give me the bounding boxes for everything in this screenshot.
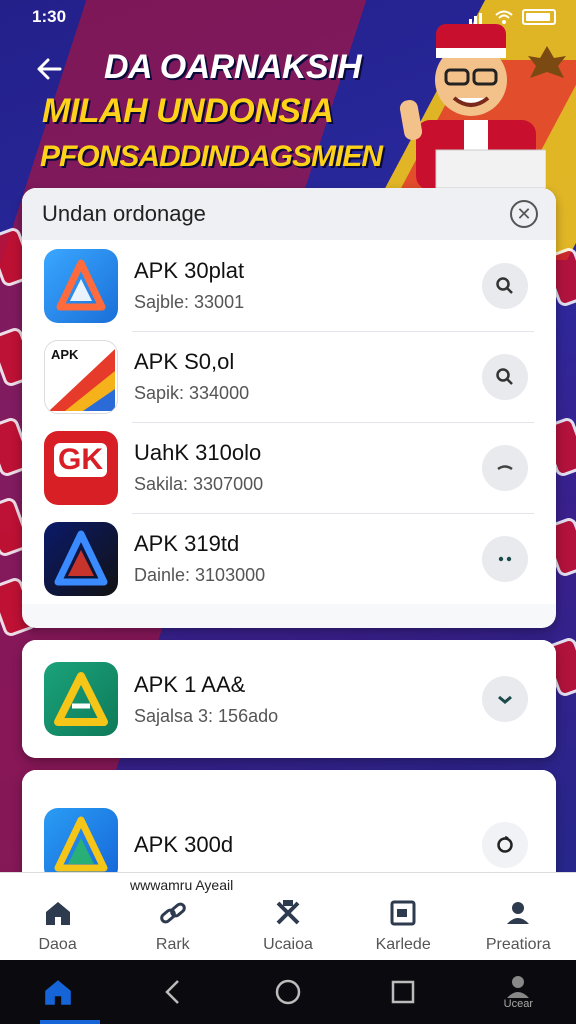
app-name: APK 30plat [134,258,245,283]
nav-user-button[interactable]: Ucear [488,967,548,1017]
square-icon [391,980,415,1004]
list-item[interactable]: APK 319td Dainle: 3103000 [22,513,556,604]
app-icon [44,248,118,323]
download-panel: Undan ordonage ✕ APK 30plat Sajble: 3300… [22,188,556,628]
app-size: Dainle: 3103000 [134,565,266,585]
battery-icon [522,9,556,25]
nav-back-button[interactable] [143,967,203,1017]
banner-title-line1: DA OARNAKSIH [104,48,362,86]
signal-icon [469,13,482,24]
more-button[interactable] [482,535,528,582]
back-icon [165,980,179,1004]
app-size: Sajalsa 3: 156ado [134,705,279,726]
action-button[interactable] [482,444,528,491]
banner-title-line2: MILAH UNDONSIA [42,92,334,130]
list-item[interactable]: APK 30plat Sajble: 33001 [22,240,556,331]
profile-icon [507,901,530,924]
app-size: Sapik: 334000 [134,383,250,403]
arrow-left-icon [37,58,62,80]
refresh-icon [497,835,513,853]
back-button[interactable] [34,54,68,88]
list-item[interactable]: GK UahK 310olo Sakila: 3307000 [22,422,556,513]
app-name: APK 300d [134,832,234,857]
header-banner: DA OARNAKSIH MILAH UNDONSIA PFONSADDINDA… [0,24,576,188]
nav-recents-button[interactable] [373,967,433,1017]
tab-tools[interactable]: Ucaioa [238,896,338,954]
close-icon: ✕ [516,204,532,224]
bottom-tab-bar: wwwamru Ayeail Daoa Rark Ucaioa Karlede … [0,872,576,960]
tab-profile[interactable]: Preatiora [468,896,568,954]
app-card[interactable]: APK 300d [22,770,556,880]
garuda-emblem [528,46,566,78]
status-time: 1:30 [32,7,67,26]
search-button[interactable] [482,262,528,309]
app-size: Sakila: 3307000 [134,474,264,494]
tab-label: Karlede [375,935,431,953]
panel-title: Undan ordonage [42,201,206,226]
list-item[interactable]: APK 1 AA& Sajalsa 3: 156ado [22,640,556,758]
tab-label: Daoa [38,935,77,953]
app-icon: APK [44,339,118,414]
banner-title-line3: PFONSADDINDAGSMIEN [40,140,383,173]
app-size: Sajble: 33001 [134,292,245,312]
app-name: APK 319td [134,531,240,556]
calendar-icon [390,900,416,925]
app-name: UahK 310olo [134,440,262,465]
status-icons [468,9,556,25]
app-icon [44,662,118,736]
list-item[interactable]: APK 300d [22,770,556,880]
nav-home-button[interactable] [28,967,88,1017]
close-button[interactable]: ✕ [510,200,538,228]
tab-label: Rark [155,935,190,953]
user-icon [507,976,530,998]
system-nav-bar: Ucear [0,960,576,1024]
home-icon [45,901,70,925]
search-button[interactable] [482,353,528,400]
link-icon [159,902,186,923]
home-icon [44,980,71,1005]
app-card[interactable]: APK 1 AA& Sajalsa 3: 156ado [22,640,556,758]
tools-icon [276,899,300,924]
chevron-down-icon [498,695,512,704]
search-icon [496,367,513,385]
minus-icon [497,464,513,470]
tab-home[interactable]: Daoa [8,896,108,954]
dots-icon [498,556,512,561]
wifi-icon [495,10,513,24]
app-name: APK 1 AA& [134,671,246,697]
app-name: APK S0,ol [134,349,235,374]
search-icon [496,276,513,294]
circle-icon [275,979,301,1005]
ad-caption: wwwamru Ayeail [130,877,234,893]
nav-home-circle-button[interactable] [258,967,318,1017]
panel-header: Undan ordonage ✕ [22,188,556,240]
tab-calendar[interactable]: Karlede [353,896,453,954]
app-icon-label: GK [54,442,107,477]
status-bar: 1:30 [0,0,576,34]
list-item[interactable]: APK APK S0,ol Sapik: 334000 [22,331,556,422]
refresh-button[interactable] [482,822,528,868]
tab-label: Ucaioa [263,935,313,953]
app-icon: GK [44,430,118,505]
active-indicator [40,1020,100,1024]
expand-button[interactable] [482,676,528,722]
tab-link[interactable]: Rark [123,896,223,954]
nav-user-label: Ucear [503,998,534,1010]
app-icon [44,521,118,596]
tab-label: Preatiora [485,935,551,953]
app-icon [44,808,118,880]
app-icon-label: APK [51,346,79,362]
